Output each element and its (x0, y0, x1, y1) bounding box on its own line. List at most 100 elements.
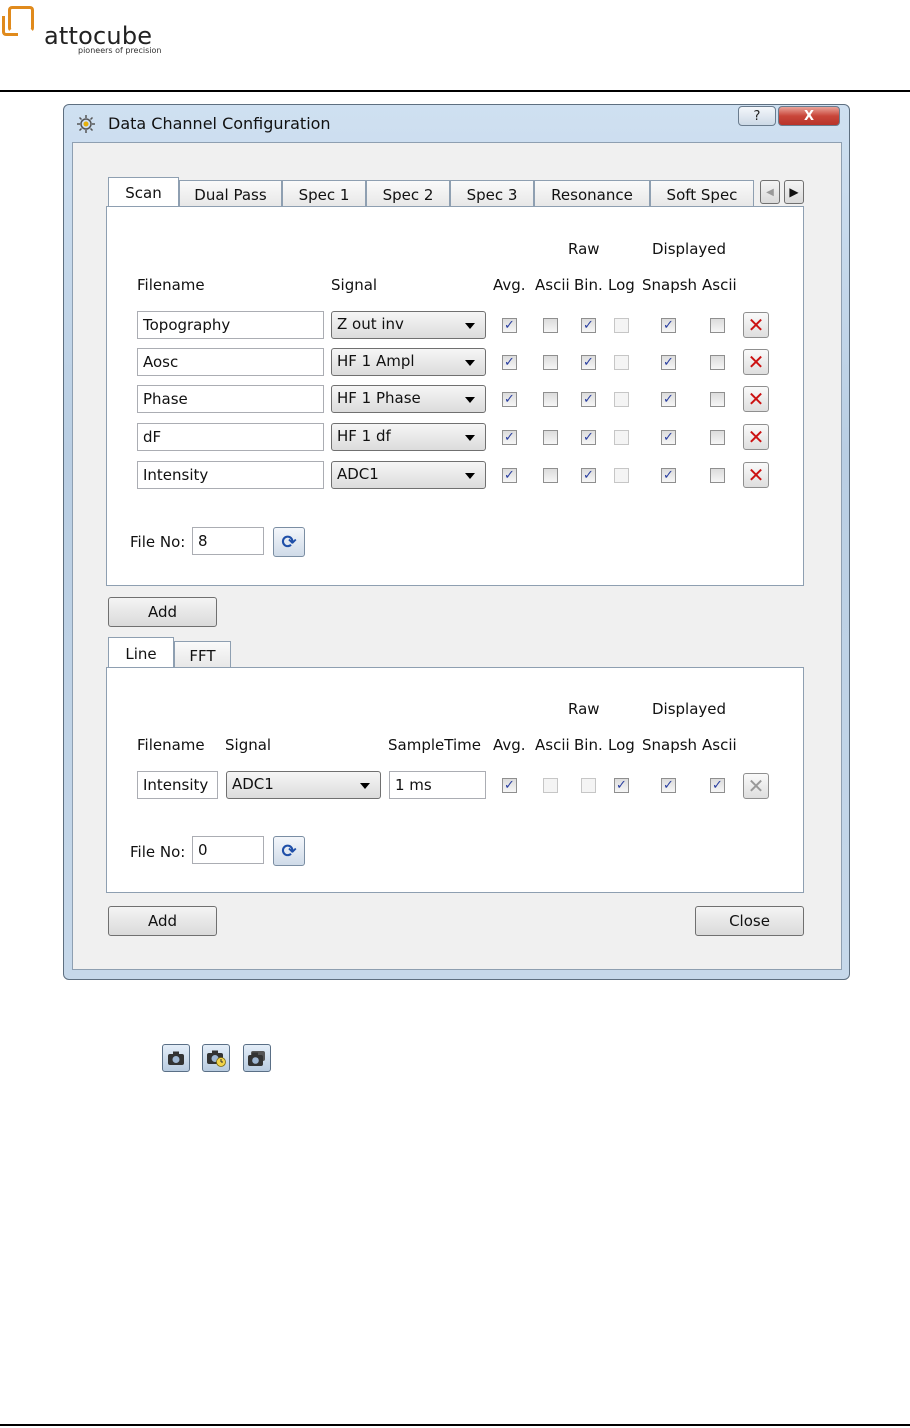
line-log-checkbox[interactable]: ✓ (614, 778, 629, 793)
line-bin-header: Bin. (574, 736, 603, 754)
tab-scroll-left-button[interactable]: ◀ (760, 180, 780, 204)
scan-ascii2-checkbox[interactable] (710, 392, 725, 407)
scan-snapsh-checkbox[interactable]: ✓ (661, 318, 676, 333)
scan-filename-input[interactable]: Intensity (137, 461, 324, 489)
scan-ascii-checkbox[interactable] (543, 318, 558, 333)
scan-signal-select[interactable]: ADC1 (331, 461, 486, 489)
scan-signal-value: HF 1 Phase (337, 389, 421, 407)
scan-bin-checkbox[interactable]: ✓ (581, 318, 596, 333)
delete-row-icon[interactable]: ✕ (743, 312, 769, 338)
scan-log-checkbox (614, 468, 629, 483)
scan-ascii-checkbox[interactable] (543, 355, 558, 370)
scan-bin-checkbox[interactable]: ✓ (581, 355, 596, 370)
scan-filename-input[interactable]: Phase (137, 385, 324, 413)
camera-glyph (168, 1051, 184, 1065)
line-signal-select[interactable]: ADC1 (226, 771, 381, 799)
scan-ascii2-checkbox[interactable] (710, 430, 725, 445)
scan-avg-checkbox[interactable]: ✓ (502, 392, 517, 407)
delete-row-icon[interactable]: ✕ (743, 462, 769, 488)
scan-snapsh-checkbox[interactable]: ✓ (661, 430, 676, 445)
multi-snapshot-camera-icon (243, 1044, 271, 1072)
close-button[interactable]: Close (695, 906, 804, 936)
tab-spec-1[interactable]: Spec 1 (282, 180, 366, 208)
line-signal-header: Signal (225, 736, 272, 754)
scan-add-button[interactable]: Add (108, 597, 217, 627)
line-refresh-icon[interactable]: ⟳ (273, 836, 305, 866)
delete-row-icon[interactable]: ✕ (743, 349, 769, 375)
scan-log-checkbox (614, 430, 629, 445)
line-snapsh-checkbox[interactable]: ✓ (661, 778, 676, 793)
scan-bin-checkbox[interactable]: ✓ (581, 468, 596, 483)
scan-filename-input[interactable]: dF (137, 423, 324, 451)
scan-signal-select[interactable]: HF 1 Phase (331, 385, 486, 413)
scan-signal-select[interactable]: HF 1 df (331, 423, 486, 451)
ascii-displayed-header: Ascii (702, 276, 737, 294)
scan-ascii2-checkbox[interactable] (710, 318, 725, 333)
logo-mark-inner (2, 16, 18, 36)
scan-ascii2-checkbox[interactable] (710, 355, 725, 370)
scan-signal-value: ADC1 (337, 465, 379, 483)
scan-log-checkbox (614, 392, 629, 407)
line-ascii-displayed-checkbox[interactable]: ✓ (710, 778, 725, 793)
tab-scroll-right-button[interactable]: ▶ (784, 180, 804, 204)
tab-resonance[interactable]: Resonance (534, 180, 650, 208)
ascii-header: Ascii (535, 276, 570, 294)
scan-avg-checkbox[interactable]: ✓ (502, 355, 517, 370)
snapshot-camera-icon (162, 1044, 190, 1072)
scan-filename-input[interactable]: Aosc (137, 348, 324, 376)
close-window-button[interactable]: X (778, 106, 840, 126)
scan-filename-input[interactable]: Topography (137, 311, 324, 339)
scan-snapsh-checkbox[interactable]: ✓ (661, 355, 676, 370)
tab-line[interactable]: Line (108, 637, 174, 669)
delete-row-icon[interactable]: ✕ (743, 424, 769, 450)
line-ascii-checkbox (543, 778, 558, 793)
tab-spec-3[interactable]: Spec 3 (450, 180, 534, 208)
line-raw-header: Raw (568, 700, 600, 718)
line-ascii-displayed-header: Ascii (702, 736, 737, 754)
raw-header: Raw (568, 240, 600, 258)
line-file-no-input[interactable]: 0 (192, 836, 264, 864)
scan-ascii2-checkbox[interactable] (710, 468, 725, 483)
line-filename-input[interactable]: Intensity (137, 771, 218, 799)
scan-ascii-checkbox[interactable] (543, 468, 558, 483)
line-bin-checkbox (581, 778, 596, 793)
delete-row-icon[interactable]: ✕ (743, 386, 769, 412)
timed-camera-glyph (207, 1050, 226, 1067)
line-sampletime-input[interactable]: 1 ms (389, 771, 486, 799)
scan-avg-checkbox[interactable]: ✓ (502, 468, 517, 483)
scan-signal-select[interactable]: HF 1 Ampl (331, 348, 486, 376)
line-log-header: Log (608, 736, 635, 754)
chevron-down-icon (465, 397, 475, 403)
filename-header: Filename (137, 276, 205, 294)
scan-signal-value: HF 1 Ampl (337, 352, 415, 370)
multi-camera-glyph (248, 1051, 265, 1066)
tab-scan[interactable]: Scan (108, 177, 179, 207)
line-delete-icon: ✕ (743, 773, 769, 799)
scan-ascii-checkbox[interactable] (543, 430, 558, 445)
scan-ascii-checkbox[interactable] (543, 392, 558, 407)
scan-bin-checkbox[interactable]: ✓ (581, 392, 596, 407)
scan-refresh-icon[interactable]: ⟳ (273, 527, 305, 557)
scan-signal-select[interactable]: Z out inv (331, 311, 486, 339)
avg-header: Avg. (493, 276, 526, 294)
scan-signal-value: Z out inv (337, 315, 404, 333)
line-displayed-header: Displayed (652, 700, 727, 718)
line-avg-checkbox[interactable]: ✓ (502, 778, 517, 793)
line-add-button[interactable]: Add (108, 906, 217, 936)
footer-divider (0, 1424, 910, 1426)
tab-fft[interactable]: FFT (174, 641, 231, 669)
chevron-down-icon (360, 783, 370, 789)
scan-avg-checkbox[interactable]: ✓ (502, 430, 517, 445)
help-button[interactable]: ? (738, 106, 776, 126)
tab-dual-pass[interactable]: Dual Pass (179, 180, 282, 208)
line-filename-header: Filename (137, 736, 205, 754)
scan-snapsh-checkbox[interactable]: ✓ (661, 468, 676, 483)
brand-tagline: pioneers of precision (78, 46, 162, 55)
scan-bin-checkbox[interactable]: ✓ (581, 430, 596, 445)
scan-file-no-input[interactable]: 8 (192, 527, 264, 555)
tab-soft-spec[interactable]: Soft Spec (650, 180, 754, 208)
chevron-down-icon (465, 360, 475, 366)
tab-spec-2[interactable]: Spec 2 (366, 180, 450, 208)
scan-snapsh-checkbox[interactable]: ✓ (661, 392, 676, 407)
scan-avg-checkbox[interactable]: ✓ (502, 318, 517, 333)
